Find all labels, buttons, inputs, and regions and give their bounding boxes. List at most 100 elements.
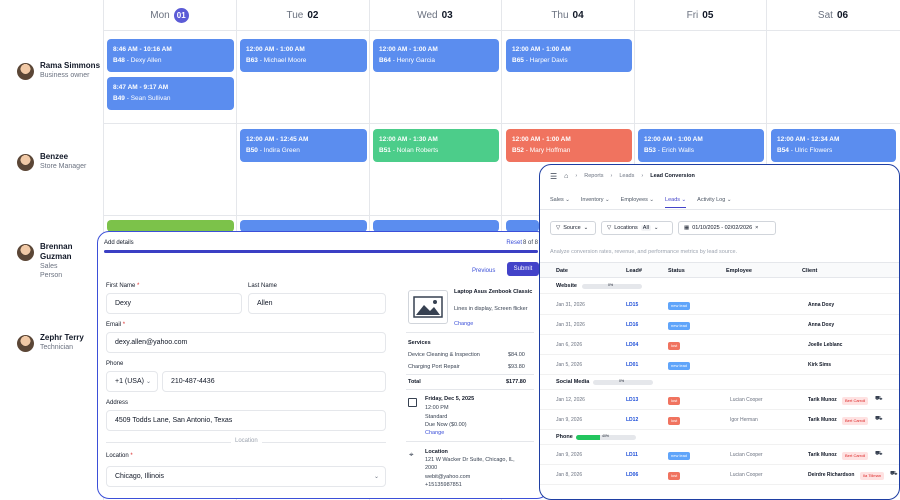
lead-id-link[interactable]: LD15 — [626, 302, 638, 308]
lead-date: Jan 12, 2026 — [556, 397, 585, 403]
calendar-icon — [408, 398, 417, 407]
previous-button[interactable]: Previous — [466, 265, 501, 277]
lead-id-link[interactable]: LD04 — [626, 342, 638, 348]
lead-id-link[interactable]: LD06 — [626, 472, 638, 478]
lead-id-link[interactable]: LD16 — [626, 322, 638, 328]
nav-sales[interactable]: Sales ⌄ — [550, 197, 570, 203]
appointment-card[interactable]: 8:47 AM - 9:17 AM B49 - Sean Sullivan — [107, 77, 234, 110]
service-name: Device Cleaning & Inspection — [408, 352, 480, 358]
breadcrumb-reports[interactable]: Reports — [584, 173, 603, 179]
person-row-header[interactable]: Brennan Guzman Sales Person — [17, 242, 80, 280]
day-header-sat[interactable]: Sat 06 — [766, 0, 900, 30]
menu-icon[interactable]: ☰ — [550, 172, 557, 181]
table-row[interactable]: Jan 6, 2026 LD04 lost Joelle Leblanc — [540, 335, 899, 355]
client-name: Tarik Munoz — [808, 397, 837, 403]
device-issue: Lines in display, Screen flicker — [454, 306, 528, 312]
table-row[interactable]: Jan 12, 2026 LD13 lost Lucian Cooper Tarik M… — [540, 390, 899, 410]
home-icon[interactable]: ⌂ — [564, 173, 568, 180]
appointment-type: Standard — [425, 414, 448, 420]
truck-icon[interactable]: ⛟ — [875, 415, 883, 423]
address-field[interactable]: 4509 Todds Lane, San Antonio, Texas — [106, 410, 386, 431]
truck-icon[interactable]: ⛟ — [890, 470, 898, 478]
lead-date: Jan 8, 2026 — [556, 472, 583, 478]
lead-date: Jan 6, 2026 — [556, 342, 583, 348]
appointment-card[interactable]: 12:00 AM - 1:00 AM B65 - Harper Davis — [506, 39, 632, 72]
person-row-header[interactable]: Rama Simmons Business owner — [17, 61, 100, 80]
lead-date: Jan 31, 2026 — [556, 302, 585, 308]
lead-source-group[interactable]: Social Media 0% — [540, 375, 899, 390]
reset-button[interactable]: Reset — [506, 240, 522, 246]
appointment-card[interactable]: 12:00 AM - 1:00 AM B52 - Mary Hoffman — [506, 129, 632, 162]
status-badge: lost — [668, 342, 681, 350]
day-header-fri[interactable]: Fri 05 — [634, 0, 766, 30]
table-row[interactable]: Jan 5, 2026 LD01 new lead Kirk Sims — [540, 355, 899, 375]
status-badge: lost — [668, 397, 681, 405]
total-label: Total — [408, 379, 421, 385]
store-phone: +15135987851 — [425, 482, 462, 488]
day-header-wed[interactable]: Wed 03 — [369, 0, 501, 30]
assignee-tag: Bert Carroll — [842, 417, 869, 425]
lead-id-link[interactable]: LD11 — [626, 452, 638, 458]
truck-icon[interactable]: ⛟ — [875, 450, 883, 458]
change-device-link[interactable]: Change — [454, 321, 473, 327]
chevron-down-icon: ⌄ — [583, 225, 589, 231]
day-header-thu[interactable]: Thu 04 — [501, 0, 634, 30]
nav-activity-log[interactable]: Activity Log ⌄ — [697, 197, 731, 203]
source-filter[interactable]: ▽ Source ⌄ — [550, 221, 596, 235]
appointment-card[interactable]: 12:00 AM - 1:00 AM B53 - Erich Walls — [638, 129, 764, 162]
nav-employees[interactable]: Employees ⌄ — [621, 197, 654, 203]
phone-field[interactable]: 210-487-4436 — [162, 371, 386, 392]
location-select[interactable]: Chicago, Illinois ⌄ — [106, 466, 386, 487]
table-row[interactable]: Jan 31, 2026 LD16 new lead Anna Doxy — [540, 315, 899, 335]
change-appointment-link[interactable]: Change — [425, 430, 444, 436]
appointment-card[interactable]: 12:00 AM - 1:00 AM B63 - Michael Moore — [240, 39, 367, 72]
appointment-card[interactable]: 8:46 AM - 10:16 AM B48 - Dexy Allen — [107, 39, 234, 72]
appointment-card[interactable]: 12:00 AM - 12:34 AM B54 - Ulric Flowers — [771, 129, 896, 162]
breadcrumb-leads[interactable]: Leads — [619, 173, 634, 179]
appointment-card[interactable]: 12:00 AM - 1:30 AM B51 - Nolan Roberts — [373, 129, 499, 162]
employee-name: Lucian Cooper — [730, 472, 763, 478]
table-row[interactable]: Jan 31, 2026 LD15 new lead Anna Doxy — [540, 295, 899, 315]
status-badge: new lead — [668, 302, 691, 310]
first-name-field[interactable]: Dexy — [106, 293, 242, 314]
lead-source-group[interactable]: Phone 40% — [540, 430, 899, 445]
submit-button[interactable]: Submit — [507, 262, 539, 276]
device-image-icon — [408, 290, 448, 324]
table-row[interactable]: Jan 8, 2026 LD06 lost Lucian Cooper Deirdre … — [540, 465, 899, 485]
lead-id-link[interactable]: LD13 — [626, 397, 638, 403]
device-name: Laptop Asus Zenbook Classic — [454, 289, 533, 295]
report-nav: Sales ⌄ Inventory ⌄ Employees ⌄ Leads ⌄ … — [540, 190, 899, 210]
person-row-header[interactable]: Benzee Store Manager — [17, 152, 86, 171]
nav-leads[interactable]: Leads ⌄ — [665, 197, 687, 208]
last-name-field[interactable]: Allen — [248, 293, 386, 314]
country-code-select[interactable]: +1 (USA) ⌄ — [106, 371, 158, 392]
person-row-header[interactable]: Zephr Terry Technician — [17, 333, 84, 352]
store-email: webit@yahoo.com — [425, 474, 471, 480]
appointment-date: Friday, Dec 5, 2025 — [425, 396, 475, 402]
day-header-mon[interactable]: Mon 01 — [103, 0, 236, 30]
lead-id-link[interactable]: LD01 — [626, 362, 638, 368]
date-range-picker[interactable]: ▦ 01/10/2025 - 02/02/2026 × — [678, 221, 776, 235]
lead-source-group[interactable]: Website 0% — [540, 279, 899, 294]
last-name-label: Last Name — [248, 283, 278, 289]
step-counter: 8 of 8 — [522, 240, 538, 246]
client-name: Tarik Munoz — [808, 452, 837, 458]
appointment-card[interactable]: 12:00 AM - 1:00 AM B64 - Henry Garcia — [373, 39, 499, 72]
client-name: Joelle Leblanc — [808, 342, 843, 348]
nav-inventory[interactable]: Inventory ⌄ — [581, 197, 610, 203]
day-header-tue[interactable]: Tue 02 — [236, 0, 369, 30]
truck-icon[interactable]: ⛟ — [875, 395, 883, 403]
assignee-tag: Bert Carroll — [842, 452, 869, 460]
appointment-card[interactable]: 12:00 AM - 12:45 AM B50 - Indira Green — [240, 129, 367, 162]
close-icon[interactable]: × — [755, 225, 758, 231]
employee-name: Igor Herman — [730, 417, 758, 423]
lead-id-link[interactable]: LD12 — [626, 417, 638, 423]
store-address: 121 W Wacker Dr Suite, Chicago, IL, 2000 — [425, 457, 515, 471]
avatar — [17, 244, 34, 261]
table-row[interactable]: Jan 9, 2026 LD12 lost Igor Herman Tarik Muno… — [540, 410, 899, 430]
filter-icon: ▽ — [556, 225, 561, 231]
locations-filter[interactable]: ▽ Locations All ⌄ — [601, 221, 673, 235]
table-row[interactable]: Jan 9, 2026 LD11 new lead Lucian Cooper Tari… — [540, 445, 899, 465]
status-badge: new lead — [668, 322, 691, 330]
email-field[interactable]: dexy.allen@yahoo.com — [106, 332, 386, 353]
